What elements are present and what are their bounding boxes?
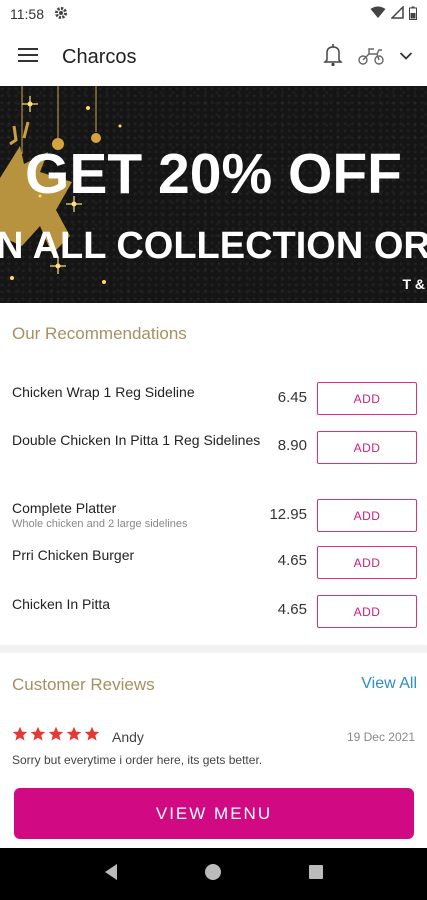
star-rating	[12, 726, 100, 742]
view-all-link[interactable]: View All	[361, 675, 417, 693]
add-button[interactable]: ADD	[317, 431, 417, 464]
signal-icon	[390, 5, 404, 22]
back-icon[interactable]	[103, 863, 119, 886]
delivery-scooter-icon[interactable]	[357, 44, 385, 71]
reviews-title: Customer Reviews	[12, 675, 155, 694]
promo-banner[interactable]: GET 20% OFF N ALL COLLECTION ORDE T &	[0, 86, 427, 303]
item-price: 8.90	[277, 437, 307, 454]
banner-subheadline: N ALL COLLECTION ORDE	[0, 225, 427, 267]
banner-terms: T &	[402, 276, 425, 292]
item-name: Double Chicken In Pitta 1 Reg Sidelines	[12, 432, 261, 448]
item-price: 4.65	[277, 601, 307, 618]
add-button[interactable]: ADD	[317, 546, 417, 579]
add-button[interactable]: ADD	[317, 499, 417, 532]
chevron-down-icon[interactable]	[399, 48, 413, 66]
star-icon	[30, 726, 46, 741]
bell-icon[interactable]	[323, 43, 343, 72]
recommendations-title: Our Recommendations	[12, 324, 187, 343]
review-date: 19 Dec 2021	[346, 730, 415, 744]
star-icon	[48, 726, 64, 741]
system-nav-bar	[0, 848, 427, 900]
settings-icon	[54, 6, 68, 23]
reviewer-name: Andy	[112, 729, 144, 745]
item-price: 6.45	[277, 389, 307, 406]
item-name: Chicken In Pitta	[12, 596, 111, 612]
recents-icon[interactable]	[308, 864, 324, 885]
item-name: Chicken Wrap 1 Reg Sideline	[12, 384, 195, 400]
star-icon	[84, 726, 100, 741]
app-bar: Charcos	[0, 28, 427, 86]
item-name: Complete Platter	[12, 500, 117, 516]
home-icon[interactable]	[204, 863, 222, 886]
page-title: Charcos	[62, 45, 137, 68]
view-menu-button[interactable]: VIEW MENU	[14, 788, 414, 839]
status-time: 11:58	[10, 6, 44, 22]
status-bar: 11:58	[0, 0, 427, 28]
item-description: Whole chicken and 2 large sidelines	[12, 518, 188, 530]
item-name: Prri Chicken Burger	[12, 547, 135, 563]
add-button[interactable]: ADD	[317, 382, 417, 415]
add-button[interactable]: ADD	[317, 595, 417, 628]
banner-headline: GET 20% OFF	[25, 142, 402, 206]
wifi-icon	[370, 6, 386, 22]
item-price: 12.95	[269, 506, 307, 523]
menu-icon[interactable]	[18, 47, 40, 68]
star-icon	[66, 726, 82, 741]
star-icon	[12, 726, 28, 741]
review-text: Sorry but everytime i order here, its ge…	[12, 753, 263, 767]
section-divider	[0, 645, 427, 653]
item-price: 4.65	[277, 552, 307, 569]
battery-icon	[409, 6, 417, 23]
